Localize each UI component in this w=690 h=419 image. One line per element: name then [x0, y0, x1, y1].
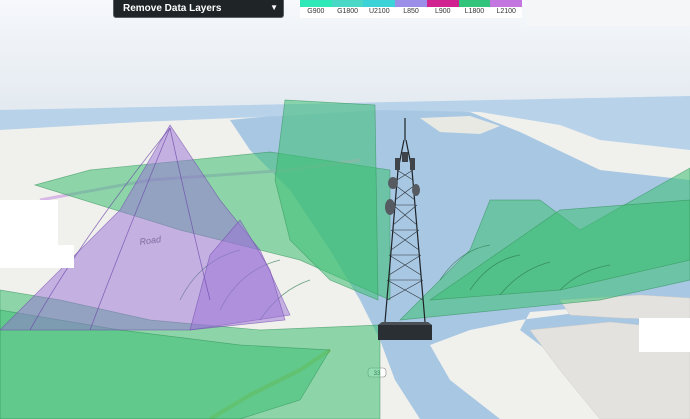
legend-swatch: [426, 0, 459, 7]
legend-item-u2100[interactable]: U2100: [363, 0, 396, 18]
legend-label: U2100: [368, 8, 390, 15]
legend-swatch: [363, 0, 396, 7]
top-right-panel: [526, 0, 690, 26]
legend-label: L1800: [464, 8, 485, 15]
legend-item-l1800[interactable]: L1800: [458, 0, 491, 18]
layer-select-value: Remove Data Layers: [123, 3, 222, 14]
legend-label: G900: [307, 8, 325, 15]
legend-item-l850[interactable]: L850: [395, 0, 427, 18]
legend-item-g900[interactable]: G900: [300, 0, 332, 18]
map-3d-scene[interactable]: 33 Road: [0, 0, 690, 419]
legend-item-l900[interactable]: L900: [426, 0, 459, 18]
layer-select-dropdown[interactable]: Remove Data Layers ▼: [113, 0, 284, 18]
legend-label: G1800: [337, 8, 359, 15]
legend-label: L850: [403, 8, 419, 15]
left-panel-tab[interactable]: [58, 245, 74, 268]
legend-swatch: [331, 0, 364, 7]
right-info-panel: [639, 318, 690, 352]
legend-label: L900: [434, 8, 451, 15]
dropdown-arrow-icon: ▼: [270, 3, 278, 12]
left-info-panel: [0, 200, 58, 268]
legend-item-l2100[interactable]: L2100: [490, 0, 523, 18]
legend-swatch: [458, 0, 491, 7]
legend-swatch: [490, 0, 523, 7]
legend-swatch: [395, 0, 427, 7]
band-legend: G900 G1800 U2100 L850 L900 L1800 L2100: [300, 0, 523, 18]
legend-item-g1800[interactable]: G1800: [331, 0, 364, 18]
legend-swatch: [300, 0, 332, 7]
legend-label: L2100: [496, 8, 516, 15]
